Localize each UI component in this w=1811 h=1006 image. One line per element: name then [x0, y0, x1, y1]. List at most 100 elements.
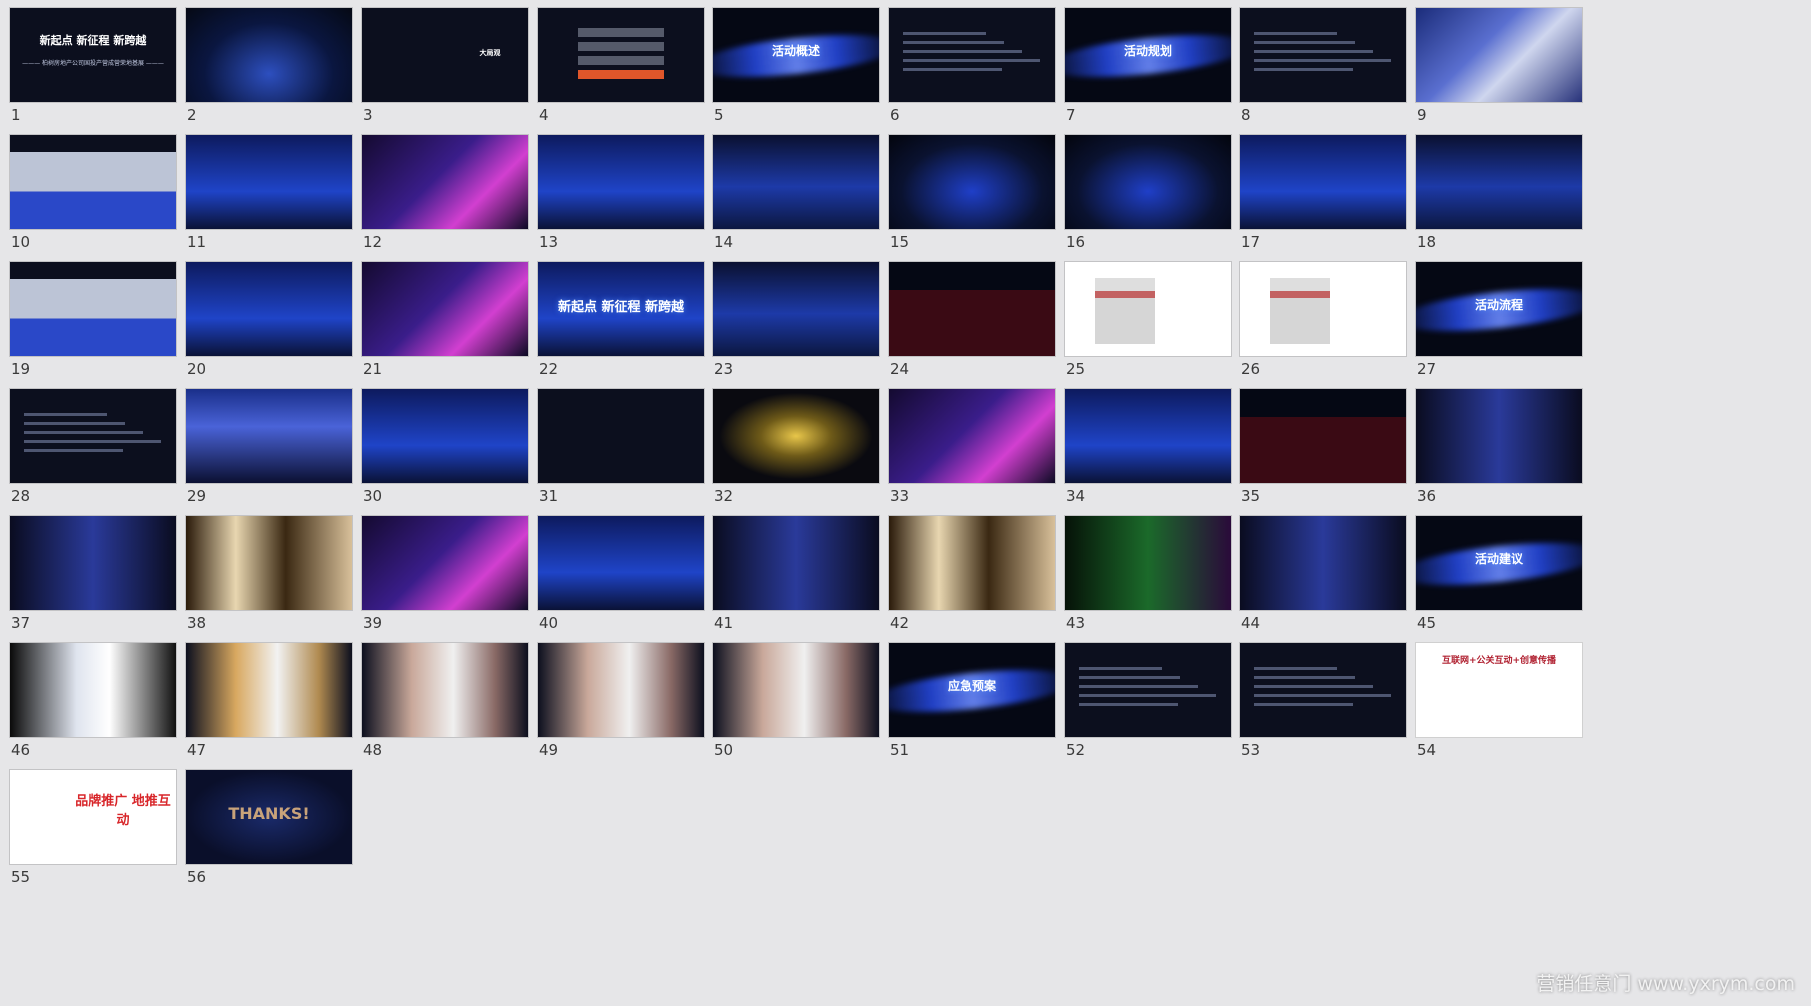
slide-number: 55	[11, 868, 31, 886]
slide-thumbnail[interactable]: 活动建议 45	[1416, 516, 1582, 642]
floor-plan	[1270, 278, 1330, 344]
slide-thumbnail[interactable]: 9	[1416, 8, 1582, 134]
slide-thumbnail[interactable]: 52	[1065, 643, 1231, 769]
slide-thumbnail[interactable]: 品牌推广 地推互动 55	[10, 770, 176, 896]
slide-thumbnail[interactable]: 15	[889, 135, 1055, 261]
slide-number: 33	[890, 487, 910, 505]
slide-number: 53	[1241, 741, 1261, 759]
slide-thumbnail[interactable]: 21	[362, 262, 528, 388]
slide-number: 30	[363, 487, 383, 505]
slide-thumbnail[interactable]: 40	[538, 516, 704, 642]
slide-thumbnail[interactable]: 18	[1416, 135, 1582, 261]
slide-thumbnail[interactable]: 44	[1240, 516, 1406, 642]
slide-preview	[10, 262, 176, 356]
slide-thumbnail[interactable]: 25	[1065, 262, 1231, 388]
slide-thumbnail[interactable]: 13	[538, 135, 704, 261]
slide-number: 12	[363, 233, 383, 251]
slide-number: 24	[890, 360, 910, 378]
slide-preview	[10, 643, 176, 737]
slide-preview: 互联网+公关互动+创意传播	[1416, 643, 1582, 737]
slide-preview	[186, 643, 352, 737]
slide-thumbnail[interactable]: 6	[889, 8, 1055, 134]
slide-preview	[1240, 516, 1406, 610]
slide-thumbnail[interactable]: 28	[10, 389, 176, 515]
slide-preview	[1240, 389, 1406, 483]
slide-thumbnail[interactable]: 26	[1240, 262, 1406, 388]
slide-thumbnail[interactable]: 53	[1240, 643, 1406, 769]
slide-thumbnail[interactable]: 12	[362, 135, 528, 261]
slide-thumbnail[interactable]: 48	[362, 643, 528, 769]
slide-thumbnail[interactable]: 2	[186, 8, 352, 134]
slide-preview	[889, 389, 1055, 483]
watermark: 营销任意门 www.yxrym.com	[1536, 973, 1795, 995]
slide-preview	[889, 8, 1055, 102]
slide-thumbnail[interactable]: 24	[889, 262, 1055, 388]
slide-thumbnail[interactable]: 36	[1416, 389, 1582, 515]
slide-thumbnail[interactable]: 35	[1240, 389, 1406, 515]
text-lines	[1079, 661, 1217, 712]
slide-thumbnail[interactable]: 活动概述 5	[713, 8, 879, 134]
slide-thumbnail[interactable]: 活动规划 7	[1065, 8, 1231, 134]
slide-number: 1	[11, 106, 21, 124]
slide-thumbnail[interactable]: 17	[1240, 135, 1406, 261]
slide-title: THANKS!	[228, 804, 310, 823]
slide-number: 52	[1066, 741, 1086, 759]
slide-thumbnail[interactable]: 应急预案 51	[889, 643, 1055, 769]
slide-thumbnail[interactable]: 39	[362, 516, 528, 642]
slide-thumbnail[interactable]: 34	[1065, 389, 1231, 515]
slide-thumbnail[interactable]: 49	[538, 643, 704, 769]
slide-thumbnail[interactable]: 41	[713, 516, 879, 642]
slide-thumbnail[interactable]: 38	[186, 516, 352, 642]
slide-preview	[362, 389, 528, 483]
slide-preview: 新起点 新征程 新跨越	[538, 262, 704, 356]
slide-number: 2	[187, 106, 197, 124]
slide-thumbnail[interactable]: 互联网+公关互动+创意传播 54	[1416, 643, 1582, 769]
slide-thumbnail[interactable]: 46	[10, 643, 176, 769]
slide-number: 56	[187, 868, 207, 886]
slide-number: 25	[1066, 360, 1086, 378]
slide-thumbnail[interactable]: 30	[362, 389, 528, 515]
slide-thumbnail[interactable]: 37	[10, 516, 176, 642]
slide-thumbnail[interactable]: 4	[538, 8, 704, 134]
slide-thumbnail[interactable]: 14	[713, 135, 879, 261]
slide-thumbnail[interactable]: 43	[1065, 516, 1231, 642]
slide-number: 15	[890, 233, 910, 251]
slide-thumbnail[interactable]: 23	[713, 262, 879, 388]
slide-thumbnail[interactable]: 33	[889, 389, 1055, 515]
slide-thumbnail[interactable]: 10	[10, 135, 176, 261]
text-lines	[1254, 26, 1392, 77]
slide-number: 17	[1241, 233, 1261, 251]
slide-thumbnail[interactable]: 大局观 3	[362, 8, 528, 134]
slide-thumbnail[interactable]: 31	[538, 389, 704, 515]
floor-plan	[1095, 278, 1155, 344]
slide-number: 43	[1066, 614, 1086, 632]
slide-thumbnail[interactable]: 32	[713, 389, 879, 515]
slide-thumbnail[interactable]: THANKS! 56	[186, 770, 352, 896]
slide-thumbnail[interactable]: 42	[889, 516, 1055, 642]
slide-title: 互联网+公关互动+创意传播	[1441, 656, 1557, 666]
slide-thumbnail[interactable]: 20	[186, 262, 352, 388]
slide-thumbnail[interactable]: 新起点 新征程 新跨越 22	[538, 262, 704, 388]
slide-thumbnail[interactable]: 8	[1240, 8, 1406, 134]
slide-thumbnail[interactable]: 16	[1065, 135, 1231, 261]
slide-thumbnail[interactable]: 47	[186, 643, 352, 769]
slide-preview	[713, 135, 879, 229]
slide-number: 49	[539, 741, 559, 759]
slide-thumbnail[interactable]: 50	[713, 643, 879, 769]
slide-thumbnail[interactable]: 活动流程 27	[1416, 262, 1582, 388]
slide-thumbnail[interactable]: 29	[186, 389, 352, 515]
slide-number: 36	[1417, 487, 1437, 505]
slide-thumbnail[interactable]: 新起点 新征程 新跨越 ——— 柏树房地产公司国投产营成营荣地基展 ——— 1	[10, 8, 176, 134]
slide-number: 40	[539, 614, 559, 632]
slide-number: 16	[1066, 233, 1086, 251]
slide-thumbnail[interactable]: 11	[186, 135, 352, 261]
slide-number: 51	[890, 741, 910, 759]
slide-preview	[186, 135, 352, 229]
slide-number: 38	[187, 614, 207, 632]
slide-preview	[538, 643, 704, 737]
slide-thumbnail[interactable]: 19	[10, 262, 176, 388]
slide-preview: 活动概述	[713, 8, 879, 102]
slide-preview	[362, 262, 528, 356]
slide-preview	[1065, 135, 1231, 229]
slide-preview	[186, 262, 352, 356]
